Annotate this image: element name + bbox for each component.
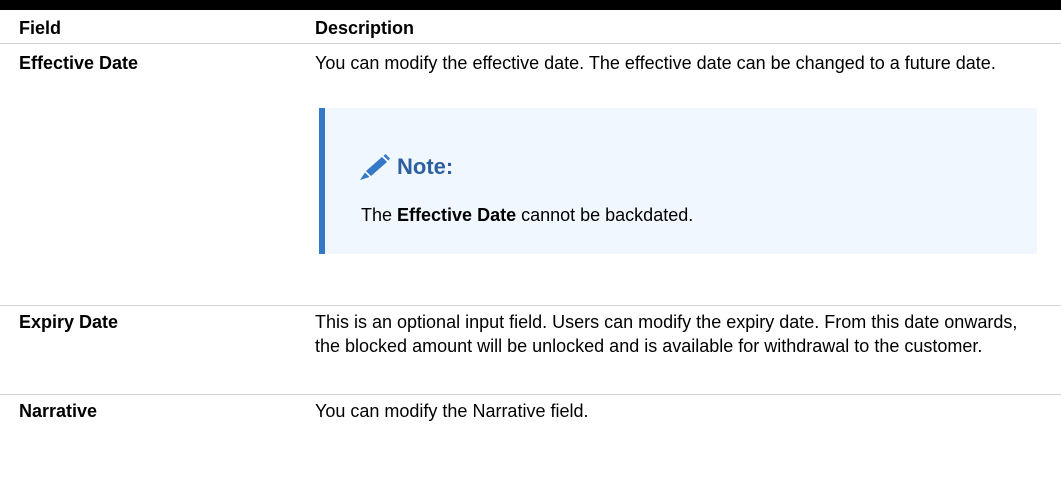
header-description: Description [315,18,415,38]
field-name-narrative: Narrative [19,401,98,421]
note-text-after: cannot be backdated. [516,205,694,225]
note-text-bold: Effective Date [397,205,517,225]
header-field: Field [19,18,62,38]
note-text: The Effective Date cannot be backdated. [361,203,693,227]
note-text-before: The [361,205,398,225]
note-heading: Note: [357,153,453,181]
table-row: Effective Date You can modify the effect… [0,44,1061,306]
description-text: You can modify the effective date. The e… [315,53,996,73]
note-title: Note: [397,154,454,179]
pencil-icon [357,153,391,181]
field-name-expiry-date: Expiry Date [19,312,119,332]
table-header-row: Field Description [0,10,1061,44]
table-row: Expiry Date This is an optional input fi… [0,306,1061,395]
description-text: You can modify the Narrative field. [315,401,589,421]
description-cell: You can modify the effective date. The e… [315,44,1061,305]
table-row: Narrative You can modify the Narrative f… [0,395,1061,435]
description-text: This is an optional input field. Users c… [315,312,1018,356]
note-callout: Note: The Effective Date cannot be backd… [319,108,1037,254]
field-name-effective-date: Effective Date [19,53,139,73]
field-description-table: Field Description Effective Date You can… [0,0,1061,435]
